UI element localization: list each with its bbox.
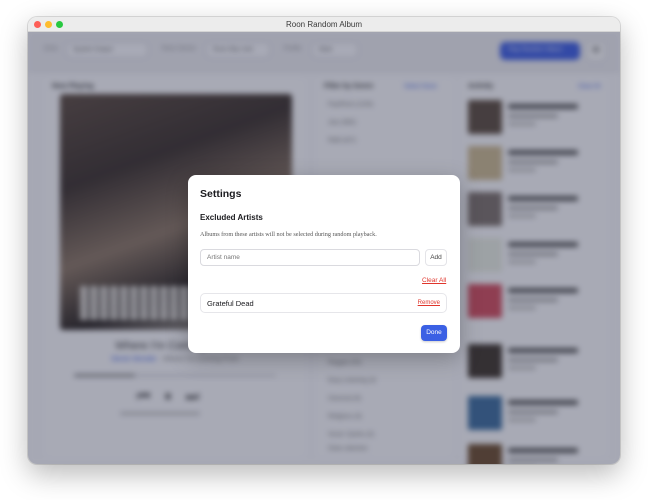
minimize-window-button[interactable] (45, 21, 52, 28)
dialog-title: Settings (200, 188, 242, 200)
remove-artist-link[interactable]: Remove (418, 300, 440, 306)
artist-name-input[interactable] (200, 249, 420, 266)
close-window-button[interactable] (34, 21, 41, 28)
app-window: Roon Random Album Zone System Output Roo… (28, 17, 620, 464)
settings-dialog: Settings Excluded Artists Albums from th… (188, 175, 460, 353)
excluded-artists-description: Albums from these artists will not be se… (200, 231, 377, 238)
excluded-artist-row: Grateful Dead Remove (200, 293, 447, 313)
done-button[interactable]: Done (421, 325, 447, 341)
main-content: Zone System Output Roon Server Roon Mac … (28, 32, 620, 464)
add-artist-button[interactable]: Add (425, 249, 447, 266)
excluded-artists-heading: Excluded Artists (200, 213, 263, 222)
excluded-artist-name: Grateful Dead (207, 299, 254, 308)
zoom-window-button[interactable] (56, 21, 63, 28)
window-controls (34, 21, 63, 28)
title-bar: Roon Random Album (28, 17, 620, 32)
window-title: Roon Random Album (285, 19, 363, 29)
clear-all-link[interactable]: Clear All (422, 277, 446, 284)
